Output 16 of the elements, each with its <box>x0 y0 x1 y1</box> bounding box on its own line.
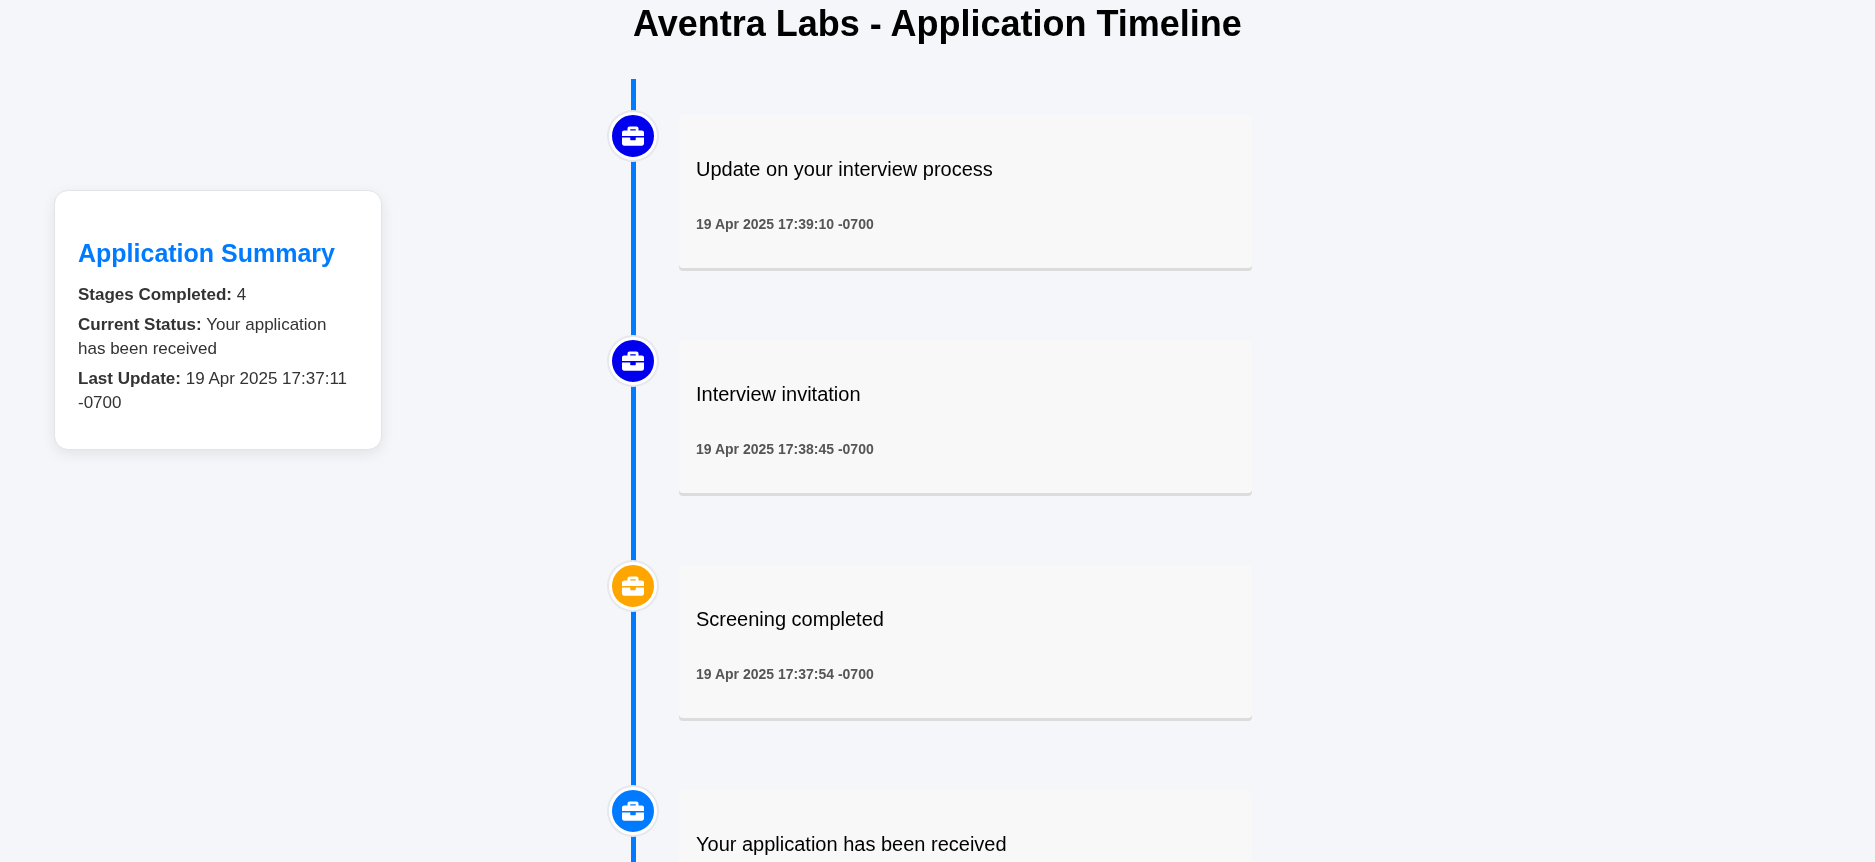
summary-field: Last Update: 19 Apr 2025 17:37:11 -0700 <box>78 366 358 415</box>
briefcase-icon <box>622 575 644 597</box>
summary-title: Application Summary <box>78 238 336 269</box>
briefcase-icon <box>622 125 644 147</box>
briefcase-icon <box>622 800 644 822</box>
event-date: 19 Apr 2025 17:39:10 -0700 <box>696 215 875 234</box>
event-date: 19 Apr 2025 17:38:45 -0700 <box>696 440 875 459</box>
event-title: Your application has been received <box>696 832 1008 857</box>
summary-field: Stages Completed: 4 <box>78 282 358 307</box>
event-title: Update on your interview process <box>696 157 994 182</box>
summary-field: Current Status: Your application has been received <box>78 312 358 361</box>
briefcase-icon <box>622 350 644 372</box>
event-title: Screening completed <box>696 607 885 632</box>
event-title: Interview invitation <box>696 382 862 407</box>
page-title: Aventra Labs - Application Timeline <box>633 4 1242 46</box>
event-date: 19 Apr 2025 17:37:54 -0700 <box>696 665 875 684</box>
